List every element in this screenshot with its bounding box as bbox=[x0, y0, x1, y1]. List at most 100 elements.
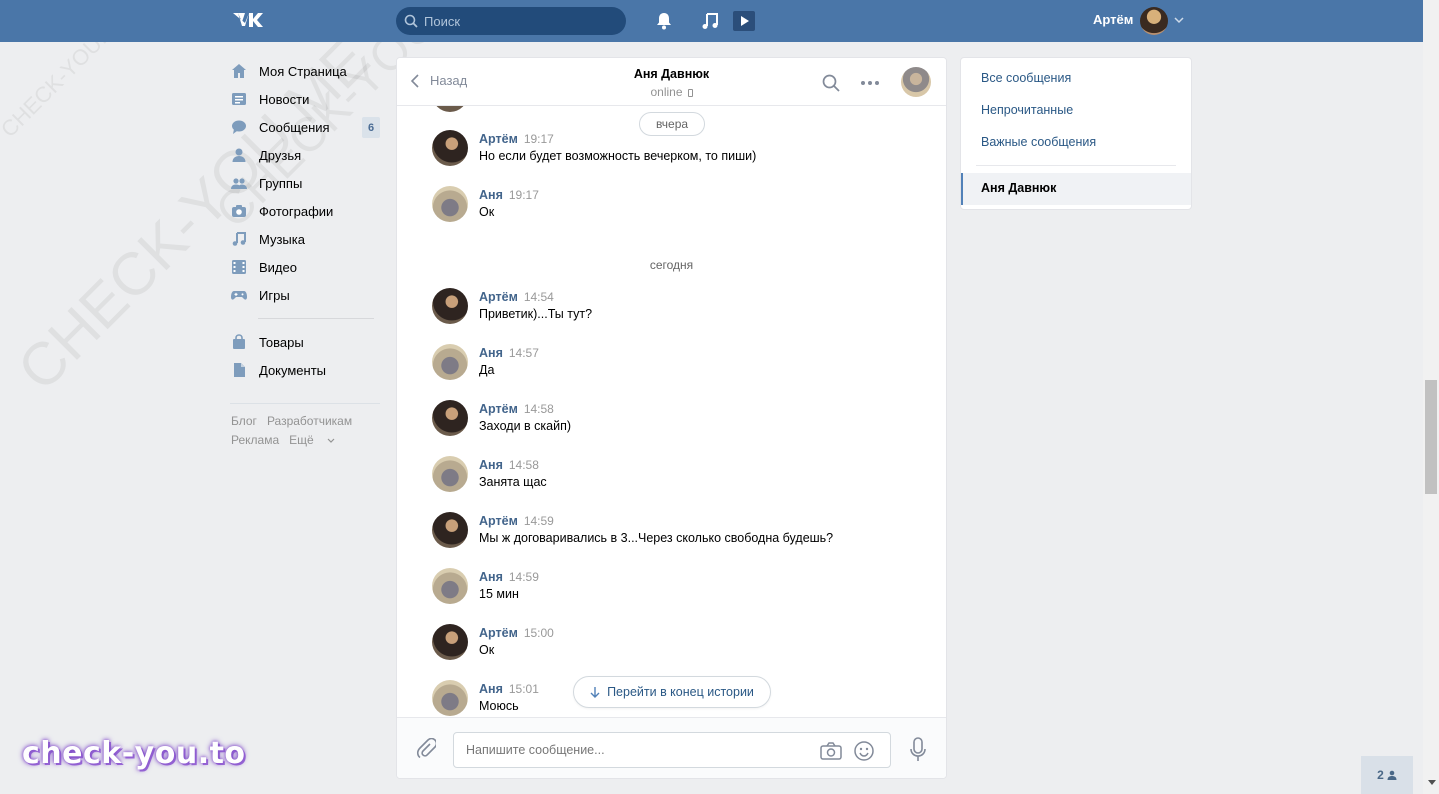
chat-header: Назад Аня Давнюк online bbox=[397, 58, 946, 106]
avatar[interactable] bbox=[432, 568, 468, 604]
bag-icon bbox=[231, 334, 247, 350]
sidebar-item-news[interactable]: Новости bbox=[230, 85, 380, 113]
footer-link-developers[interactable]: Разработчикам bbox=[267, 414, 352, 428]
avatar[interactable] bbox=[432, 288, 468, 324]
avatar[interactable] bbox=[1140, 7, 1168, 35]
microphone-icon[interactable] bbox=[909, 737, 927, 763]
left-navigation: Моя Страница Новости Сообщения 6 Друзья … bbox=[230, 57, 380, 450]
author-name[interactable]: Артём bbox=[479, 626, 518, 640]
avatar[interactable] bbox=[432, 344, 468, 380]
sidebar-item-photos[interactable]: Фотографии bbox=[230, 197, 380, 225]
avatar[interactable] bbox=[432, 680, 468, 716]
message-input[interactable] bbox=[466, 741, 796, 759]
nav-divider bbox=[258, 318, 374, 319]
message-text: Мы ж договаривались в 3...Через сколько … bbox=[479, 531, 834, 545]
music-note-icon[interactable] bbox=[700, 11, 720, 31]
message-item[interactable]: Аня 14:57 Да bbox=[432, 344, 912, 384]
message-item[interactable]: Аня 19:17 Ок bbox=[432, 186, 912, 226]
jump-to-end-button[interactable]: Перейти в конец истории bbox=[573, 676, 771, 708]
message-history[interactable]: вчера Артём 19:17 Но если будет возможнос… bbox=[397, 106, 946, 717]
sidebar-item-messages[interactable]: Сообщения 6 bbox=[230, 113, 380, 141]
sidebar-item-friends[interactable]: Друзья bbox=[230, 141, 380, 169]
messages-filter-panel: Все сообщения Непрочитанные Важные сообщ… bbox=[960, 57, 1192, 210]
smile-icon[interactable] bbox=[853, 740, 875, 762]
author-name[interactable]: Артём bbox=[479, 290, 518, 304]
bell-icon[interactable] bbox=[654, 11, 674, 31]
footer-link-ads[interactable]: Реклама bbox=[231, 433, 279, 447]
message-item[interactable]: Аня 14:59 15 мин bbox=[432, 568, 912, 608]
sidebar-item-video[interactable]: Видео bbox=[230, 253, 380, 281]
peer-avatar[interactable] bbox=[901, 67, 931, 97]
message-composer bbox=[397, 717, 946, 778]
author-name[interactable]: Артём bbox=[479, 402, 518, 416]
filter-all-messages[interactable]: Все сообщения bbox=[981, 71, 1071, 85]
avatar[interactable] bbox=[432, 456, 468, 492]
camera-icon[interactable] bbox=[820, 742, 842, 760]
filter-divider bbox=[976, 165, 1176, 166]
scroll-down-arrow-icon[interactable] bbox=[1428, 780, 1436, 785]
avatar[interactable] bbox=[432, 130, 468, 166]
message-item[interactable]: Артём 19:17 Но если будет возможность веч… bbox=[432, 130, 912, 170]
music-icon bbox=[231, 231, 247, 247]
avatar[interactable] bbox=[432, 186, 468, 222]
sidebar-item-my-page[interactable]: Моя Страница bbox=[230, 57, 380, 85]
author-name[interactable]: Аня bbox=[479, 570, 503, 584]
footer-more-label: Ещё bbox=[289, 433, 314, 447]
vk-logo-icon[interactable] bbox=[231, 10, 265, 30]
sidebar-item-documents[interactable]: Документы bbox=[230, 356, 380, 384]
paperclip-icon[interactable] bbox=[416, 738, 436, 760]
document-icon bbox=[231, 362, 247, 378]
play-icon[interactable] bbox=[732, 10, 756, 32]
avatar[interactable] bbox=[432, 624, 468, 660]
message-author: Аня 14:59 bbox=[479, 570, 539, 584]
header-user-name[interactable]: Артём bbox=[1093, 12, 1133, 27]
date-separator-today: сегодня bbox=[649, 258, 694, 272]
message-time: 14:58 bbox=[508, 458, 539, 472]
filter-unread[interactable]: Непрочитанные bbox=[981, 103, 1073, 117]
message-item[interactable]: Артём 14:59 Мы ж договаривались в 3...Чер… bbox=[432, 512, 912, 552]
message-item[interactable]: Артём 14:54 Приветик)...Ты тут? bbox=[432, 288, 912, 328]
sidebar-item-label: Фотографии bbox=[259, 203, 334, 219]
author-name[interactable]: Аня bbox=[479, 682, 503, 696]
message-time: 19:17 bbox=[523, 132, 554, 146]
search-icon[interactable] bbox=[822, 74, 840, 92]
message-field-wrapper bbox=[453, 732, 891, 768]
chat-peer-name[interactable]: Аня Давнюк bbox=[397, 67, 946, 81]
message-author: Аня 14:57 bbox=[479, 346, 539, 360]
chevron-down-icon[interactable] bbox=[1174, 16, 1184, 24]
filter-important[interactable]: Важные сообщения bbox=[981, 135, 1096, 149]
author-name[interactable]: Артём bbox=[479, 514, 518, 528]
message-item[interactable]: Аня 14:58 Занята щас bbox=[432, 456, 912, 496]
sidebar-item-label: Товары bbox=[259, 334, 304, 350]
message-item[interactable]: Артём 14:58 Заходи в скайп) bbox=[432, 400, 912, 440]
sidebar-item-groups[interactable]: Группы bbox=[230, 169, 380, 197]
scrollbar-thumb[interactable] bbox=[1425, 380, 1437, 494]
author-name[interactable]: Артём bbox=[479, 132, 518, 146]
sidebar-item-label: Документы bbox=[259, 362, 327, 378]
author-name[interactable]: Аня bbox=[479, 188, 503, 202]
sidebar-item-label: Друзья bbox=[259, 147, 302, 163]
active-conversation-item[interactable]: Аня Давнюк bbox=[961, 173, 1191, 205]
sidebar-item-market[interactable]: Товары bbox=[230, 328, 380, 356]
author-name[interactable]: Аня bbox=[479, 458, 503, 472]
sidebar-item-label: Музыка bbox=[259, 231, 305, 247]
chevron-down-icon bbox=[327, 438, 335, 443]
top-header: Поиск Артём bbox=[0, 0, 1423, 42]
sidebar-item-music[interactable]: Музыка bbox=[230, 225, 380, 253]
sidebar-item-label: Группы bbox=[259, 175, 303, 191]
sidebar-item-games[interactable]: Игры bbox=[230, 281, 380, 309]
message-item[interactable]: Артём 15:00 Ок bbox=[432, 624, 912, 664]
footer-link-blog[interactable]: Блог bbox=[231, 414, 257, 428]
arrow-down-icon bbox=[590, 687, 600, 698]
more-options-icon[interactable] bbox=[860, 80, 880, 86]
message-author: Артём 19:17 bbox=[479, 132, 554, 146]
search-input[interactable]: Поиск bbox=[396, 7, 626, 35]
chat-peer-status: online bbox=[397, 85, 946, 99]
online-friends-button[interactable]: 2 bbox=[1361, 756, 1413, 794]
footer-link-more[interactable]: Ещё bbox=[289, 433, 335, 447]
sidebar-item-label: Видео bbox=[259, 259, 297, 275]
avatar[interactable] bbox=[432, 400, 468, 436]
message-time: 14:54 bbox=[523, 290, 554, 304]
avatar[interactable] bbox=[432, 512, 468, 548]
author-name[interactable]: Аня bbox=[479, 346, 503, 360]
